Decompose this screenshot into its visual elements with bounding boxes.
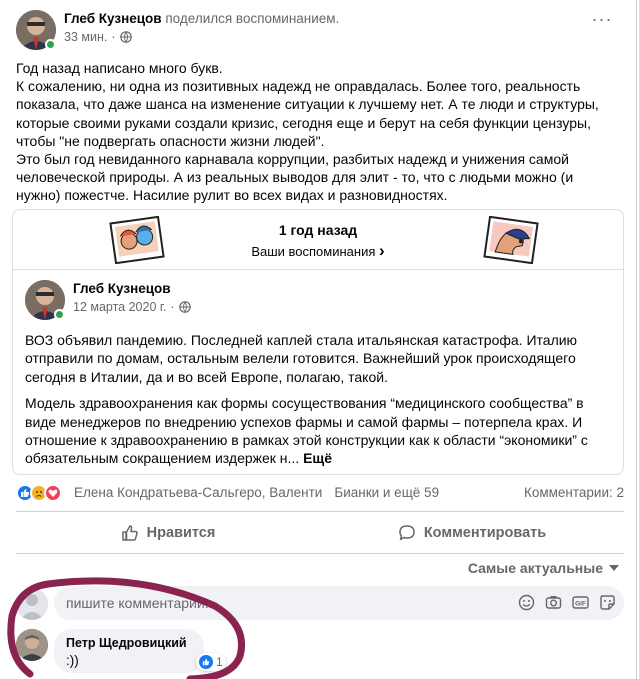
post-text-line: Год назад написано много букв. bbox=[16, 60, 223, 76]
meta-separator: · bbox=[170, 300, 175, 314]
comment-sort-label: Самые актуальные bbox=[467, 560, 603, 576]
globe-icon bbox=[119, 31, 132, 43]
memory-header: 1 год назад Ваши воспоминания › bbox=[13, 210, 623, 270]
comment-reaction-count: 1 bbox=[216, 655, 223, 669]
original-author-line: Глеб Кузнецов bbox=[73, 281, 171, 296]
comment-bubble: Петр Щедровицкий :)) bbox=[54, 629, 204, 673]
composer-icons: GIF bbox=[518, 594, 616, 611]
divider bbox=[16, 553, 624, 554]
emoji-icon[interactable] bbox=[518, 594, 535, 611]
comment-reaction-badge[interactable]: 1 bbox=[196, 653, 226, 671]
post-text-paragraph: Это был год невиданного карнавала корруп… bbox=[16, 151, 574, 204]
like-reaction-icon bbox=[199, 655, 213, 669]
composer-avatar bbox=[16, 588, 48, 620]
caret-down-icon bbox=[609, 565, 619, 571]
post-card: Глеб Кузнецов поделился воспоминанием. 3… bbox=[0, 0, 640, 679]
meta-separator: · bbox=[111, 30, 116, 44]
love-reaction-icon bbox=[44, 484, 62, 502]
comment-input[interactable] bbox=[66, 586, 506, 620]
comments-count[interactable]: Комментарии: 2 bbox=[524, 485, 624, 500]
reaction-names[interactable]: Елена Кондратьева-Сальгеро, Валенти Бианк… bbox=[74, 485, 439, 500]
comment-button-label: Комментировать bbox=[423, 525, 547, 541]
comment-sort-dropdown[interactable]: Самые актуальные bbox=[468, 560, 619, 576]
reaction-names-part: Елена Кондратьева-Сальгеро, Валенти bbox=[74, 485, 323, 500]
post-author-name[interactable]: Глеб Кузнецов bbox=[64, 11, 162, 26]
like-button-label: Нравится bbox=[146, 525, 216, 541]
post-actions: Нравится Комментировать bbox=[16, 515, 624, 551]
post-text-paragraph: К сожалению, ни одна из позитивных надеж… bbox=[16, 78, 599, 149]
post-author-line: Глеб Кузнецов поделился воспоминанием. bbox=[64, 11, 339, 26]
post-time[interactable]: 33 мин. bbox=[64, 30, 107, 44]
sticker-icon[interactable] bbox=[599, 594, 616, 611]
divider bbox=[16, 511, 624, 512]
reaction-names-part: Бианки и ещё 59 bbox=[334, 485, 440, 500]
reactions-summary: Елена Кондратьева-Сальгеро, Валенти Бианк… bbox=[16, 484, 624, 504]
comment-item: Петр Щедровицкий :)) 1 bbox=[16, 626, 516, 676]
post-header: Глеб Кузнецов поделился воспоминанием. 3… bbox=[16, 10, 616, 50]
original-post-text: ВОЗ объявил пандемию. Последней каплей с… bbox=[25, 331, 611, 468]
comment-text: :)) bbox=[66, 653, 79, 668]
original-post-date[interactable]: 12 марта 2020 г. bbox=[73, 300, 166, 314]
gif-icon[interactable]: GIF bbox=[572, 594, 589, 611]
original-author-name[interactable]: Глеб Кузнецов bbox=[73, 281, 171, 296]
commenter-name[interactable]: Петр Щедровицкий bbox=[66, 636, 192, 650]
post-text: Год назад написано много букв. К сожален… bbox=[16, 59, 620, 205]
memory-card[interactable]: 1 год назад Ваши воспоминания › Глеб Куз… bbox=[12, 209, 624, 475]
camera-icon[interactable] bbox=[545, 594, 562, 611]
memories-link-label: Ваши воспоминания bbox=[251, 244, 376, 259]
online-status-dot bbox=[45, 39, 56, 50]
comment-composer: GIF bbox=[54, 586, 624, 620]
svg-text:GIF: GIF bbox=[575, 601, 586, 608]
see-more-link[interactable]: Ещё bbox=[303, 450, 332, 466]
online-status-dot bbox=[54, 309, 65, 320]
comment-button[interactable]: Комментировать bbox=[320, 515, 624, 551]
original-post-paragraph: ВОЗ объявил пандемию. Последней каплей с… bbox=[25, 332, 578, 385]
chevron-right-icon: › bbox=[379, 241, 385, 260]
globe-icon bbox=[178, 301, 191, 313]
thumbs-up-icon bbox=[121, 525, 138, 541]
original-post-meta: 12 марта 2020 г. · bbox=[73, 300, 191, 314]
post-action-text: поделился воспоминанием. bbox=[165, 11, 340, 26]
post-meta: 33 мин. · bbox=[64, 30, 132, 44]
reaction-icons[interactable] bbox=[16, 484, 62, 502]
profile-illustration-icon bbox=[483, 216, 539, 264]
more-options-button[interactable]: ··· bbox=[588, 10, 616, 32]
speech-bubble-icon bbox=[399, 525, 415, 541]
page-edge bbox=[636, 0, 637, 679]
original-post-paragraph-2: Модель здравоохранения как формы сосущес… bbox=[25, 394, 611, 468]
commenter-avatar[interactable] bbox=[16, 629, 48, 661]
original-post-header: Глеб Кузнецов 12 марта 2020 г. · bbox=[25, 280, 605, 320]
like-button[interactable]: Нравится bbox=[16, 515, 320, 551]
